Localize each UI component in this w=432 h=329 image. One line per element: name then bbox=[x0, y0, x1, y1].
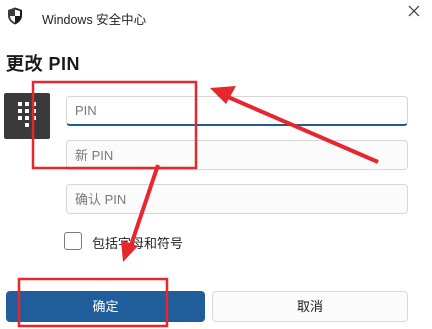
shield-icon bbox=[8, 7, 22, 25]
confirm-pin-input[interactable] bbox=[67, 185, 407, 213]
cancel-button[interactable]: 取消 bbox=[212, 291, 408, 322]
include-letters-label: 包括字母和符号 bbox=[92, 236, 184, 251]
include-letters-checkbox[interactable] bbox=[64, 232, 82, 250]
pin-input[interactable] bbox=[67, 97, 407, 124]
title-bar: Windows 安全中心 bbox=[0, 0, 432, 32]
pin-field[interactable] bbox=[66, 96, 408, 126]
new-pin-field[interactable] bbox=[66, 140, 408, 170]
dialog-heading: 更改 PIN bbox=[6, 54, 81, 74]
keypad-icon bbox=[4, 93, 50, 139]
ok-button[interactable]: 确定 bbox=[6, 291, 205, 322]
confirm-pin-field[interactable] bbox=[66, 184, 408, 214]
new-pin-input[interactable] bbox=[67, 141, 407, 169]
close-icon[interactable] bbox=[405, 2, 423, 20]
window-title: Windows 安全中心 bbox=[42, 13, 147, 27]
